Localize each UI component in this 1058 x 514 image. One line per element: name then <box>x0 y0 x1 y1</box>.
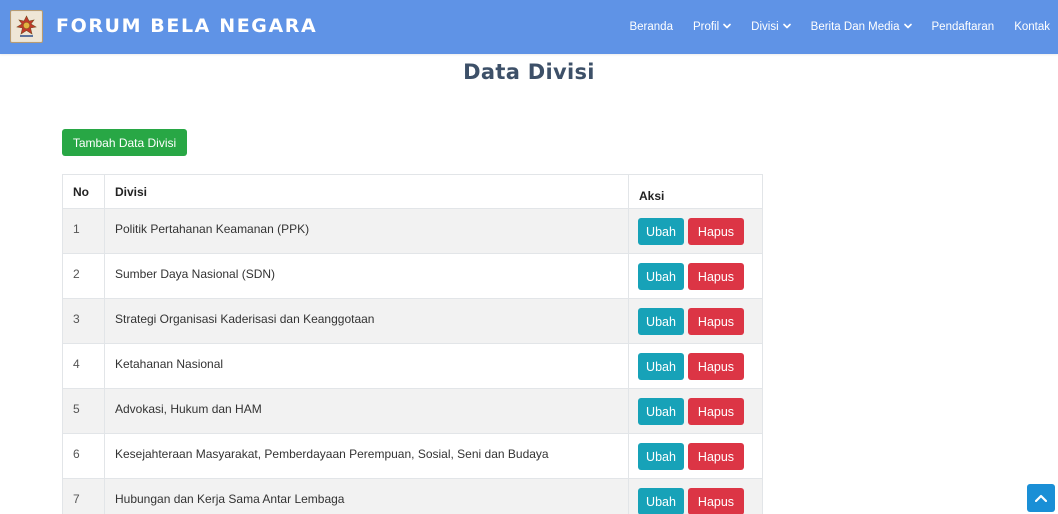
nav-item-label: Beranda <box>629 21 673 33</box>
row-number: 5 <box>62 388 105 434</box>
row-number: 6 <box>62 433 105 479</box>
nav-item-label: Profil <box>692 21 720 33</box>
chevron-down-icon <box>903 22 912 31</box>
action-button-group: Ubah Hapus <box>638 398 752 425</box>
table-row: 7 Hubungan dan Kerja Sama Antar Lembaga Ub… <box>62 478 763 514</box>
nav-item-kontak[interactable]: Kontak <box>1004 0 1058 54</box>
division-name: Kesejahteraan Masyarakat, Pemberdayaan P… <box>103 433 630 479</box>
nav-item-label: Berita Dan Media <box>810 21 900 33</box>
chevron-down-icon <box>782 22 791 31</box>
table-row: 4 Ketahanan Nasional Ubah Hapus <box>62 343 763 389</box>
header-aksi: Aksi <box>628 174 763 209</box>
nav-menu: Beranda Profil Divisi Berita Dan Media Penda… <box>619 0 1058 54</box>
division-name: Sumber Daya Nasional (SDN) <box>103 253 630 299</box>
chevron-up-icon <box>1035 494 1047 502</box>
row-number: 1 <box>62 208 105 254</box>
delete-button[interactable]: Hapus <box>688 443 744 470</box>
row-actions: Ubah Hapus <box>628 208 763 254</box>
header-no: No <box>62 174 105 209</box>
table-row: 6 Kesejahteraan Masyarakat, Pemberdayaan … <box>62 433 763 479</box>
nav-item-profil[interactable]: Profil <box>683 0 741 54</box>
division-table-container: No Divisi Aksi 1 Politik Pertahanan Keama… <box>62 174 763 514</box>
action-button-group: Ubah Hapus <box>638 353 752 380</box>
action-button-group: Ubah Hapus <box>638 263 752 290</box>
brand-name[interactable]: FORUM BELA NEGARA <box>56 15 317 37</box>
nav-item-label: Divisi <box>751 21 779 33</box>
table-row: 3 Strategi Organisasi Kaderisasi dan Kean… <box>62 298 763 344</box>
top-navbar: FORUM BELA NEGARA Beranda Profil Divisi Ber… <box>0 0 1058 54</box>
nav-item-divisi[interactable]: Divisi <box>741 0 800 54</box>
action-button-group: Ubah Hapus <box>638 218 752 245</box>
row-actions: Ubah Hapus <box>628 298 763 344</box>
edit-button[interactable]: Ubah <box>638 443 684 470</box>
page-title: Data Divisi <box>463 60 595 84</box>
division-name: Hubungan dan Kerja Sama Antar Lembaga <box>103 478 630 514</box>
edit-button[interactable]: Ubah <box>638 488 684 514</box>
nav-item-label: Pendaftaran <box>931 21 995 33</box>
table-row: 5 Advokasi, Hukum dan HAM Ubah Hapus <box>62 388 763 434</box>
delete-button[interactable]: Hapus <box>688 488 744 514</box>
scroll-to-top-button[interactable] <box>1027 484 1055 512</box>
row-actions: Ubah Hapus <box>628 478 763 514</box>
row-number: 2 <box>62 253 105 299</box>
action-button-group: Ubah Hapus <box>638 308 752 335</box>
table-header-row: No Divisi Aksi <box>62 174 763 209</box>
chevron-down-icon <box>723 22 731 31</box>
row-actions: Ubah Hapus <box>628 343 763 389</box>
action-button-group: Ubah Hapus <box>638 488 752 514</box>
delete-button[interactable]: Hapus <box>688 353 744 380</box>
row-number: 7 <box>62 478 105 514</box>
row-actions: Ubah Hapus <box>628 388 763 434</box>
division-table: No Divisi Aksi 1 Politik Pertahanan Keama… <box>62 174 763 514</box>
row-number: 4 <box>62 343 105 389</box>
nav-item-pendaftaran[interactable]: Pendaftaran <box>922 0 1005 54</box>
action-button-group: Ubah Hapus <box>638 443 752 470</box>
edit-button[interactable]: Ubah <box>638 353 684 380</box>
nav-item-label: Kontak <box>1014 21 1050 33</box>
edit-button[interactable]: Ubah <box>638 218 684 245</box>
delete-button[interactable]: Hapus <box>688 218 744 245</box>
edit-button[interactable]: Ubah <box>638 308 684 335</box>
garuda-emblem-icon[interactable] <box>10 10 43 43</box>
row-actions: Ubah Hapus <box>628 253 763 299</box>
edit-button[interactable]: Ubah <box>638 263 684 290</box>
delete-button[interactable]: Hapus <box>688 398 744 425</box>
row-actions: Ubah Hapus <box>628 433 763 479</box>
division-name: Advokasi, Hukum dan HAM <box>103 388 630 434</box>
division-name: Ketahanan Nasional <box>103 343 630 389</box>
add-division-button[interactable]: Tambah Data Divisi <box>62 129 187 156</box>
nav-item-berita-dan-media[interactable]: Berita Dan Media <box>801 0 922 54</box>
division-name: Politik Pertahanan Keamanan (PPK) <box>103 208 630 254</box>
table-row: 2 Sumber Daya Nasional (SDN) Ubah Hapus <box>62 253 763 299</box>
edit-button[interactable]: Ubah <box>638 398 684 425</box>
nav-item-beranda[interactable]: Beranda <box>619 0 682 54</box>
row-number: 3 <box>62 298 105 344</box>
table-body: 1 Politik Pertahanan Keamanan (PPK) Ubah Ha… <box>62 208 763 514</box>
table-row: 1 Politik Pertahanan Keamanan (PPK) Ubah Ha… <box>62 208 763 254</box>
delete-button[interactable]: Hapus <box>688 308 744 335</box>
header-divisi: Divisi <box>103 174 630 209</box>
division-name: Strategi Organisasi Kaderisasi dan Keang… <box>103 298 630 344</box>
delete-button[interactable]: Hapus <box>688 263 744 290</box>
